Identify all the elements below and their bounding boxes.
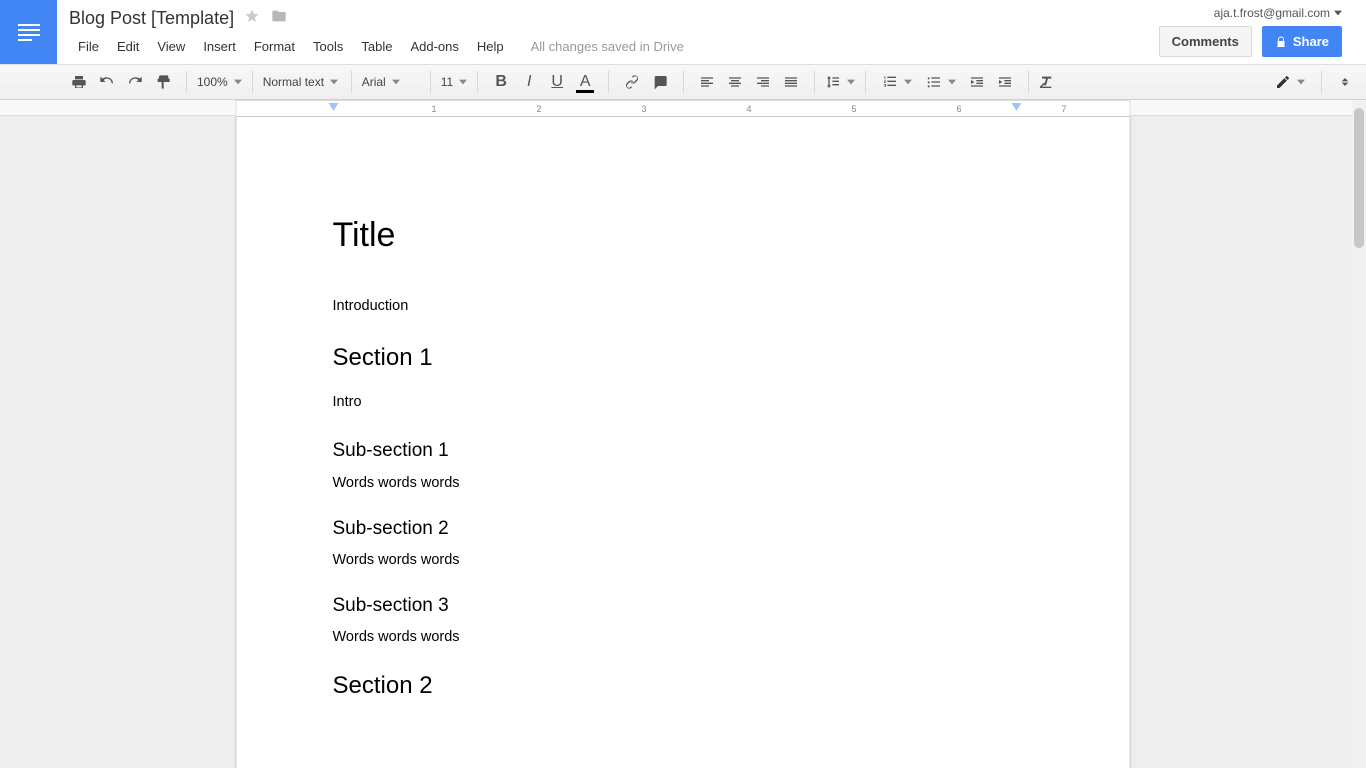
doc-subsection-3[interactable]: Sub-section 3 [333,593,1034,619]
bold-button[interactable]: B [488,69,514,95]
underline-button[interactable]: U [544,69,570,95]
caret-down-icon [1334,9,1342,17]
italic-button[interactable]: I [516,69,542,95]
folder-icon[interactable] [270,8,288,29]
caret-down-icon [330,78,338,86]
ruler-tick: 3 [642,104,647,114]
user-email-text: aja.t.frost@gmail.com [1214,6,1330,20]
user-account[interactable]: aja.t.frost@gmail.com [1214,6,1342,20]
doc-sub3-body[interactable]: Words words words [333,628,1034,648]
numbered-list-dropdown[interactable] [876,69,918,95]
bulleted-list-dropdown[interactable] [920,69,962,95]
caret-down-icon [847,78,855,86]
menu-bar: File Edit View Insert Format Tools Table… [69,36,1147,57]
ruler-tick: 6 [957,104,962,114]
paint-format-button[interactable] [150,69,176,95]
ruler-tick: 5 [852,104,857,114]
doc-title-heading[interactable]: Title [333,213,1034,259]
document-page[interactable]: Title Introduction Section 1 Intro Sub-s… [236,116,1131,768]
scrollbar-thumb[interactable] [1354,108,1364,248]
editing-mode-dropdown[interactable] [1269,69,1311,95]
clear-formatting-button[interactable] [1033,69,1059,95]
zoom-value: 100% [197,75,228,89]
line-spacing-icon [825,74,841,90]
ruler-tick: 2 [537,104,542,114]
comments-button[interactable]: Comments [1159,26,1252,57]
size-value: 11 [441,75,453,89]
paragraph-style-dropdown[interactable]: Normal text [257,69,347,95]
font-value: Arial [362,75,386,89]
menu-table[interactable]: Table [352,36,401,57]
document-title[interactable]: Blog Post [Template] [69,8,234,29]
ruler-tick: 4 [747,104,752,114]
horizontal-ruler[interactable]: 1 2 3 4 5 6 7 [236,100,1131,116]
doc-intro[interactable]: Introduction [333,297,1034,317]
doc-sub2-body[interactable]: Words words words [333,551,1034,571]
header-right: aja.t.frost@gmail.com Comments Share [1159,0,1366,57]
menu-edit[interactable]: Edit [108,36,148,57]
share-button[interactable]: Share [1262,26,1342,57]
increase-indent-button[interactable] [992,69,1018,95]
print-button[interactable] [66,69,92,95]
indent-marker-left[interactable] [329,103,339,115]
pencil-icon [1275,74,1291,90]
app-header: Blog Post [Template] File Edit View Inse… [0,0,1366,64]
toolbar: 100% Normal text Arial 11 B I U A [0,64,1366,100]
caret-down-icon [459,78,467,86]
menu-addons[interactable]: Add-ons [401,36,467,57]
text-color-button[interactable]: A [572,69,598,95]
share-label: Share [1293,34,1329,49]
expand-toolbar-button[interactable] [1332,69,1358,95]
ruler-tick: 1 [432,104,437,114]
header-main: Blog Post [Template] File Edit View Inse… [57,0,1159,57]
doc-section-1[interactable]: Section 1 [333,342,1034,374]
vertical-scrollbar[interactable] [1352,100,1366,768]
bulleted-list-icon [926,74,942,90]
align-right-button[interactable] [750,69,776,95]
insert-comment-button[interactable] [647,69,673,95]
font-size-dropdown[interactable]: 11 [435,69,473,95]
doc-subsection-2[interactable]: Sub-section 2 [333,516,1034,542]
menu-view[interactable]: View [148,36,194,57]
menu-help[interactable]: Help [468,36,513,57]
decrease-indent-button[interactable] [964,69,990,95]
caret-down-icon [392,78,400,86]
caret-down-icon [904,78,912,86]
undo-button[interactable] [94,69,120,95]
align-center-button[interactable] [722,69,748,95]
align-justify-button[interactable] [778,69,804,95]
doc-section-2[interactable]: Section 2 [333,670,1034,702]
redo-button[interactable] [122,69,148,95]
insert-link-button[interactable] [619,69,645,95]
workspace: 1 2 3 4 5 6 7 Title Introduction Section… [0,100,1366,768]
line-spacing-dropdown[interactable] [819,69,861,95]
save-status: All changes saved in Drive [531,39,684,54]
font-dropdown[interactable]: Arial [356,69,426,95]
menu-file[interactable]: File [69,36,108,57]
ruler-tick: 7 [1062,104,1067,114]
caret-down-icon [1297,78,1305,86]
style-value: Normal text [263,75,324,89]
doc-subsection-1[interactable]: Sub-section 1 [333,438,1034,464]
caret-down-icon [948,78,956,86]
doc-s1-intro[interactable]: Intro [333,393,1034,413]
numbered-list-icon [882,74,898,90]
menu-format[interactable]: Format [245,36,304,57]
menu-tools[interactable]: Tools [304,36,352,57]
caret-down-icon [234,78,242,86]
align-left-button[interactable] [694,69,720,95]
doc-sub1-body[interactable]: Words words words [333,474,1034,494]
docs-logo-icon [18,24,40,41]
star-icon[interactable] [244,8,260,29]
indent-marker-right[interactable] [1012,103,1022,115]
lock-icon [1275,36,1287,48]
zoom-dropdown[interactable]: 100% [191,69,248,95]
menu-insert[interactable]: Insert [194,36,245,57]
docs-logo[interactable] [0,0,57,64]
